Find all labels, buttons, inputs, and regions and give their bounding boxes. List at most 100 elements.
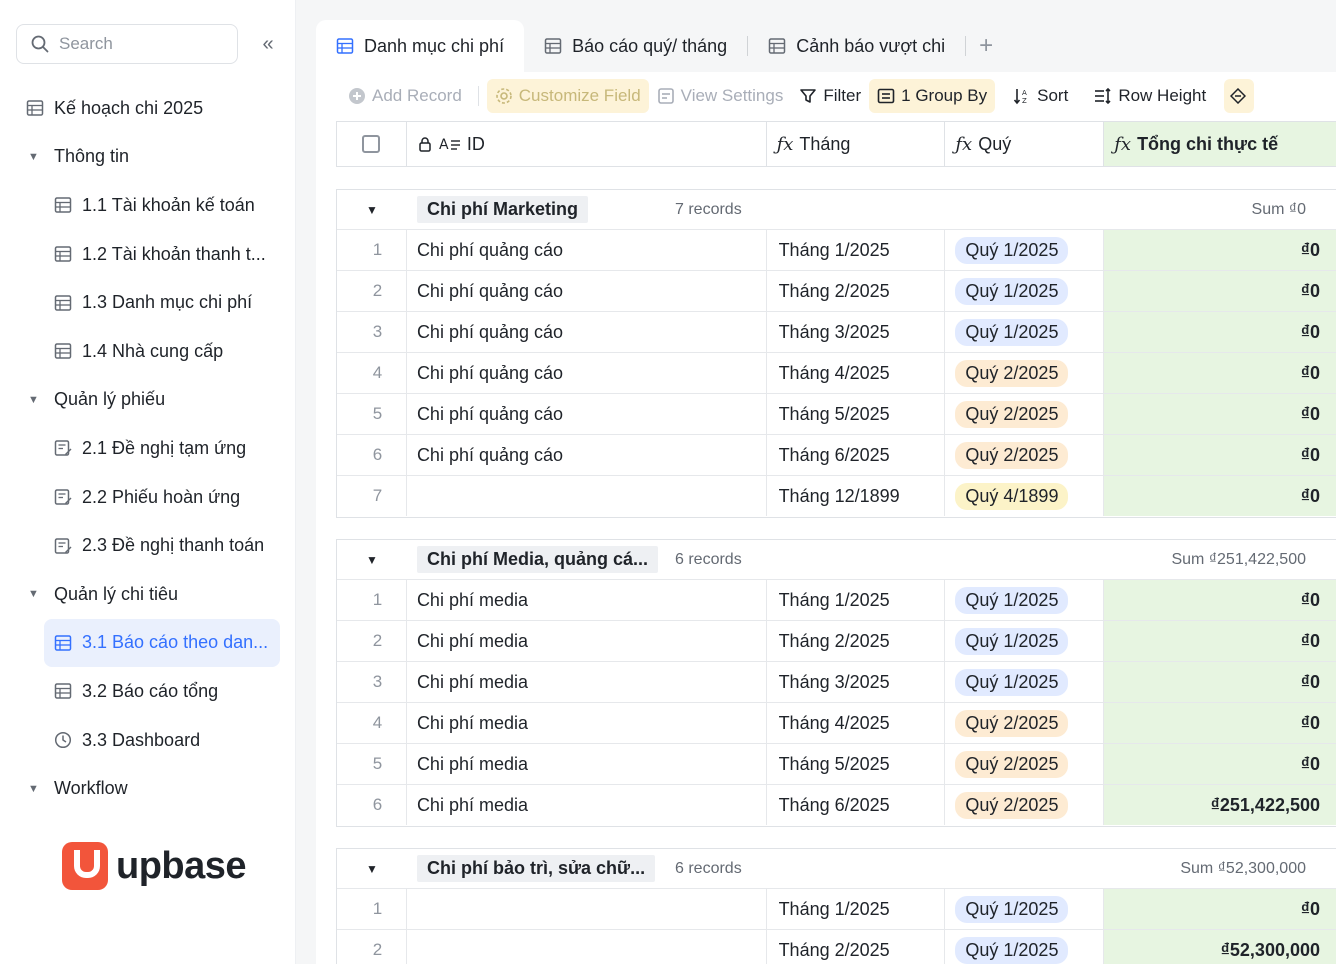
customize-field-button[interactable]: Customize Field bbox=[486, 79, 649, 113]
cell-quy[interactable]: Quý 1/2025 bbox=[945, 889, 1105, 929]
sidebar-item[interactable]: 1.1 Tài khoản kế toán bbox=[0, 181, 296, 230]
sidebar-item[interactable]: 1.3 Danh mục chi phí bbox=[0, 278, 296, 327]
cell-quy[interactable]: Quý 1/2025 bbox=[945, 271, 1105, 311]
cell-thang[interactable]: Tháng 2/2025 bbox=[767, 271, 946, 311]
cell-id[interactable]: Chi phí quảng cáo bbox=[407, 435, 767, 475]
table-row[interactable]: 5 Chi phí quảng cáo Tháng 5/2025 Quý 2/2025… bbox=[337, 394, 1336, 435]
table-row[interactable]: 6 Chi phí quảng cáo Tháng 6/2025 Quý 2/2025… bbox=[337, 435, 1336, 476]
table-row[interactable]: 1 Chi phí media Tháng 1/2025 Quý 1/2025 ₫0 bbox=[337, 580, 1336, 621]
cell-tong[interactable]: ₫0 bbox=[1104, 476, 1336, 516]
cell-id[interactable]: Chi phí quảng cáo bbox=[407, 230, 767, 270]
view-tab[interactable]: Cảnh báo vượt chi bbox=[748, 20, 965, 72]
table-row[interactable]: 2 Chi phí media Tháng 2/2025 Quý 1/2025 ₫0 bbox=[337, 621, 1336, 662]
table-row[interactable]: 1 Tháng 1/2025 Quý 1/2025 ₫0 bbox=[337, 889, 1336, 930]
sidebar-group[interactable]: ▼ Thông tin bbox=[0, 133, 296, 182]
group-header[interactable]: ▼ Chi phí Media, quảng cá... 6 records Sum … bbox=[337, 540, 1336, 580]
cell-quy[interactable]: Quý 1/2025 bbox=[945, 580, 1105, 620]
cell-quy[interactable]: Quý 1/2025 bbox=[945, 621, 1105, 661]
cell-tong[interactable]: ₫0 bbox=[1104, 271, 1336, 311]
cell-quy[interactable]: Quý 2/2025 bbox=[945, 435, 1105, 475]
sort-button[interactable]: AZ Sort bbox=[1005, 79, 1076, 113]
cell-thang[interactable]: Tháng 1/2025 bbox=[767, 580, 946, 620]
cell-thang[interactable]: Tháng 4/2025 bbox=[767, 703, 946, 743]
header-id[interactable]: A ID bbox=[407, 122, 767, 166]
sidebar-item[interactable]: 3.3 Dashboard bbox=[0, 716, 296, 765]
cell-thang[interactable]: Tháng 5/2025 bbox=[767, 394, 946, 434]
cell-id[interactable]: Chi phí media bbox=[407, 580, 767, 620]
more-toolbar-button[interactable] bbox=[1224, 79, 1255, 113]
cell-id[interactable]: Chi phí media bbox=[407, 703, 767, 743]
caret-down-icon[interactable]: ▼ bbox=[337, 862, 407, 876]
cell-tong[interactable]: ₫0 bbox=[1104, 230, 1336, 270]
cell-quy[interactable]: Quý 4/1899 bbox=[945, 476, 1105, 516]
group-header[interactable]: ▼ Chi phí Marketing 7 records Sum ₫0 bbox=[337, 190, 1336, 230]
caret-down-icon[interactable]: ▼ bbox=[28, 588, 40, 600]
cell-quy[interactable]: Quý 2/2025 bbox=[945, 785, 1105, 825]
cell-thang[interactable]: Tháng 2/2025 bbox=[767, 621, 946, 661]
group-by-button[interactable]: 1 Group By bbox=[869, 79, 996, 113]
cell-tong[interactable]: ₫52,300,000 bbox=[1104, 930, 1336, 964]
cell-thang[interactable]: Tháng 5/2025 bbox=[767, 744, 946, 784]
caret-down-icon[interactable]: ▼ bbox=[337, 553, 407, 567]
cell-id[interactable]: Chi phí media bbox=[407, 621, 767, 661]
table-row[interactable]: 7 Tháng 12/1899 Quý 4/1899 ₫0 bbox=[337, 476, 1336, 517]
cell-tong[interactable]: ₫0 bbox=[1104, 353, 1336, 393]
add-view-icon[interactable]: + bbox=[966, 20, 1006, 72]
header-tong[interactable]: ƒx Tổng chi thực tế bbox=[1104, 122, 1336, 166]
caret-down-icon[interactable]: ▼ bbox=[28, 783, 40, 795]
sidebar-item[interactable]: 3.2 Báo cáo tổng bbox=[0, 667, 296, 716]
sidebar-item[interactable]: 2.2 Phiếu hoàn ứng bbox=[0, 473, 296, 522]
row-height-button[interactable]: Row Height bbox=[1086, 79, 1214, 113]
collapse-sidebar-icon[interactable]: « bbox=[256, 32, 280, 56]
table-row[interactable]: 2 Tháng 2/2025 Quý 1/2025 ₫52,300,000 bbox=[337, 930, 1336, 964]
sidebar-item[interactable]: 2.1 Đề nghị tạm ứng bbox=[0, 424, 296, 473]
filter-button[interactable]: Filter bbox=[791, 79, 869, 113]
table-row[interactable]: 3 Chi phí quảng cáo Tháng 3/2025 Quý 1/2025… bbox=[337, 312, 1336, 353]
cell-id[interactable]: Chi phí quảng cáo bbox=[407, 312, 767, 352]
cell-id[interactable] bbox=[407, 930, 767, 964]
view-tab[interactable]: Danh mục chi phí bbox=[316, 20, 525, 72]
table-row[interactable]: 3 Chi phí media Tháng 3/2025 Quý 1/2025 ₫0 bbox=[337, 662, 1336, 703]
cell-id[interactable] bbox=[407, 476, 767, 516]
search-box[interactable] bbox=[16, 24, 238, 64]
cell-quy[interactable]: Quý 1/2025 bbox=[945, 312, 1105, 352]
search-input[interactable] bbox=[59, 34, 209, 54]
sidebar-item[interactable]: 2.3 Đề nghị thanh toán bbox=[0, 521, 296, 570]
cell-thang[interactable]: Tháng 6/2025 bbox=[767, 785, 946, 825]
caret-down-icon[interactable]: ▼ bbox=[337, 203, 407, 217]
cell-quy[interactable]: Quý 2/2025 bbox=[945, 744, 1105, 784]
cell-id[interactable]: Chi phí media bbox=[407, 785, 767, 825]
cell-quy[interactable]: Quý 1/2025 bbox=[945, 230, 1105, 270]
header-thang[interactable]: ƒx Tháng bbox=[767, 122, 946, 166]
cell-thang[interactable]: Tháng 6/2025 bbox=[767, 435, 946, 475]
sidebar-group[interactable]: ▼ Workflow bbox=[0, 764, 296, 813]
cell-id[interactable]: Chi phí quảng cáo bbox=[407, 271, 767, 311]
select-all-checkbox[interactable] bbox=[362, 135, 381, 153]
sidebar-group[interactable]: ▼ Quản lý chi tiêu bbox=[0, 570, 296, 619]
sidebar-item[interactable]: 1.2 Tài khoản thanh t... bbox=[0, 230, 296, 279]
cell-id[interactable]: Chi phí media bbox=[407, 662, 767, 702]
cell-thang[interactable]: Tháng 4/2025 bbox=[767, 353, 946, 393]
sidebar-group[interactable]: ▼ Quản lý phiếu bbox=[0, 376, 296, 425]
cell-thang[interactable]: Tháng 2/2025 bbox=[767, 930, 946, 964]
cell-tong[interactable]: ₫251,422,500 bbox=[1104, 785, 1336, 825]
cell-thang[interactable]: Tháng 1/2025 bbox=[767, 230, 946, 270]
cell-tong[interactable]: ₫0 bbox=[1104, 621, 1336, 661]
cell-id[interactable] bbox=[407, 889, 767, 929]
cell-quy[interactable]: Quý 2/2025 bbox=[945, 394, 1105, 434]
sidebar-item[interactable]: 3.1 Báo cáo theo dan... bbox=[44, 618, 280, 668]
table-row[interactable]: 1 Chi phí quảng cáo Tháng 1/2025 Quý 1/2025… bbox=[337, 230, 1336, 271]
cell-quy[interactable]: Quý 1/2025 bbox=[945, 930, 1105, 964]
cell-quy[interactable]: Quý 2/2025 bbox=[945, 703, 1105, 743]
table-row[interactable]: 5 Chi phí media Tháng 5/2025 Quý 2/2025 ₫0 bbox=[337, 744, 1336, 785]
table-row[interactable]: 4 Chi phí quảng cáo Tháng 4/2025 Quý 2/2025… bbox=[337, 353, 1336, 394]
cell-tong[interactable]: ₫0 bbox=[1104, 394, 1336, 434]
cell-tong[interactable]: ₫0 bbox=[1104, 703, 1336, 743]
cell-thang[interactable]: Tháng 3/2025 bbox=[767, 312, 946, 352]
cell-thang[interactable]: Tháng 3/2025 bbox=[767, 662, 946, 702]
cell-tong[interactable]: ₫0 bbox=[1104, 662, 1336, 702]
add-record-button[interactable]: Add Record bbox=[340, 79, 470, 113]
cell-tong[interactable]: ₫0 bbox=[1104, 312, 1336, 352]
cell-tong[interactable]: ₫0 bbox=[1104, 435, 1336, 475]
cell-tong[interactable]: ₫0 bbox=[1104, 580, 1336, 620]
